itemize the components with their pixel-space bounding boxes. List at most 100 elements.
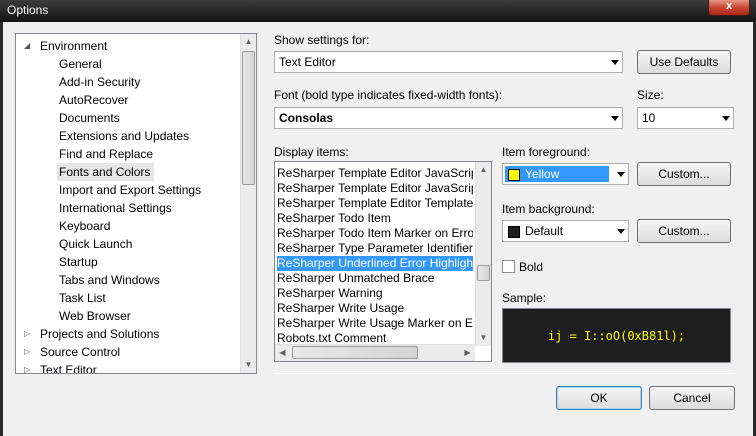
- tree-item-label: Extensions and Updates: [59, 129, 190, 143]
- tree-item[interactable]: Find and Replace: [57, 145, 157, 163]
- tree-item[interactable]: ▷ Text Editor: [24, 361, 101, 374]
- tree-item-label: Tabs and Windows: [59, 273, 160, 287]
- display-items-list[interactable]: ReSharper Template Editor JavaScript ReSh…: [274, 161, 492, 362]
- tree-item-label: Startup: [59, 255, 98, 269]
- sample-preview: ij = I::oO(0xB81l);: [502, 308, 731, 363]
- category-tree[interactable]: ◢ Environment General Add-in Security AutoRe…: [15, 33, 257, 374]
- custom-foreground-button[interactable]: Custom...: [637, 162, 731, 186]
- tree-item-label: Task List: [59, 291, 106, 305]
- tree-item-label: Fonts and Colors: [59, 165, 151, 179]
- scroll-left-arrow-icon[interactable]: ◀: [275, 345, 290, 361]
- use-defaults-button[interactable]: Use Defaults: [637, 50, 731, 74]
- display-item[interactable]: ReSharper Underlined Error Highlight: [277, 256, 473, 271]
- show-settings-for-label: Show settings for:: [274, 33, 370, 47]
- window-title: Options: [7, 3, 49, 17]
- size-combo[interactable]: 10: [637, 107, 734, 129]
- tree-item-label: International Settings: [59, 201, 172, 215]
- display-item[interactable]: ReSharper Type Parameter Identifier: [277, 241, 473, 256]
- close-button[interactable]: x: [708, 0, 750, 16]
- bold-label: Bold: [519, 260, 544, 274]
- tree-item[interactable]: International Settings: [57, 199, 176, 217]
- list-hscroll-thumb[interactable]: [292, 346, 418, 359]
- show-settings-for-combo[interactable]: Text Editor: [274, 51, 623, 73]
- tree-item-label: Import and Export Settings: [59, 183, 202, 197]
- font-value: Consolas: [279, 111, 334, 125]
- tree-item[interactable]: Add-in Security: [57, 73, 144, 91]
- tree-item[interactable]: Startup: [57, 253, 102, 271]
- tree-item[interactable]: Import and Export Settings: [57, 181, 205, 199]
- display-item[interactable]: ReSharper Todo Item Marker on Error: [277, 226, 473, 241]
- list-scroll-thumb[interactable]: [477, 265, 490, 281]
- item-background-label: Item background:: [502, 202, 595, 216]
- chevron-down-icon: [722, 116, 730, 121]
- tree-item[interactable]: Web Browser: [57, 307, 135, 325]
- tree-item-label: Documents: [59, 111, 120, 125]
- tree-item[interactable]: ◢ Environment: [24, 37, 111, 55]
- item-background-value: Default: [525, 224, 564, 238]
- tree-item[interactable]: AutoRecover: [57, 91, 132, 109]
- scroll-up-arrow-icon[interactable]: ▲: [476, 162, 491, 178]
- ok-button[interactable]: OK: [556, 386, 642, 410]
- tree-item-label: General: [59, 57, 102, 71]
- tree-scroll-thumb[interactable]: [242, 51, 255, 185]
- tree-item[interactable]: Tabs and Windows: [57, 271, 164, 289]
- list-vertical-scrollbar[interactable]: ▲ ▼: [475, 162, 491, 346]
- collapsed-triangle-icon[interactable]: ▷: [24, 343, 34, 361]
- dialog-body: ◢ Environment General Add-in Security AutoRe…: [3, 22, 753, 436]
- display-item[interactable]: ReSharper Write Usage: [277, 301, 473, 316]
- tree-item-label: Find and Replace: [59, 147, 154, 161]
- tree-item-label: Source Control: [40, 345, 121, 359]
- tree-item[interactable]: ▷ Projects and Solutions: [24, 325, 163, 343]
- tree-item-label: Text Editor: [40, 363, 97, 374]
- sample-text: ij = I::oO(0xB81l);: [547, 329, 686, 343]
- tree-item[interactable]: ▷ Source Control: [24, 343, 124, 361]
- custom-background-button[interactable]: Custom...: [637, 219, 731, 243]
- display-items-label: Display items:: [274, 145, 349, 159]
- tree-item-label: AutoRecover: [59, 93, 129, 107]
- scroll-up-arrow-icon[interactable]: ▲: [241, 34, 256, 50]
- collapsed-triangle-icon[interactable]: ▷: [24, 361, 34, 373]
- chevron-down-icon: [611, 60, 619, 65]
- display-item[interactable]: ReSharper Write Usage Marker on Error: [277, 316, 473, 331]
- tree-item[interactable]: Extensions and Updates: [57, 127, 193, 145]
- display-item[interactable]: ReSharper Template Editor JavaScript: [277, 181, 473, 196]
- size-value: 10: [642, 111, 656, 125]
- display-item[interactable]: ReSharper Template Editor Template: [277, 196, 473, 211]
- cancel-button[interactable]: Cancel: [649, 386, 735, 410]
- item-foreground-combo[interactable]: Yellow: [502, 163, 629, 185]
- tree-item-label: Quick Launch: [59, 237, 133, 251]
- separator: [274, 373, 735, 374]
- display-item[interactable]: ReSharper Unmatched Brace: [277, 271, 473, 286]
- tree-item-label: Keyboard: [59, 219, 111, 233]
- tree-item[interactable]: Quick Launch: [57, 235, 136, 253]
- tree-item-label: Projects and Solutions: [40, 327, 160, 341]
- tree-item-label: Add-in Security: [59, 75, 141, 89]
- display-item[interactable]: ReSharper Warning: [277, 286, 473, 301]
- list-horizontal-scrollbar[interactable]: ◀ ▶: [275, 344, 475, 361]
- collapsed-triangle-icon[interactable]: ▷: [24, 325, 34, 343]
- tree-item[interactable]: Keyboard: [57, 217, 114, 235]
- chevron-down-icon: [617, 229, 625, 234]
- tree-item[interactable]: Fonts and Colors: [57, 163, 155, 181]
- expanded-triangle-icon[interactable]: ◢: [24, 37, 34, 55]
- display-item[interactable]: ReSharper Todo Item: [277, 211, 473, 226]
- title-bar: Options x: [0, 0, 756, 22]
- tree-item[interactable]: Documents: [57, 109, 124, 127]
- foreground-color-swatch: [508, 169, 520, 181]
- scroll-down-arrow-icon[interactable]: ▼: [241, 357, 256, 373]
- tree-item[interactable]: General: [57, 55, 106, 73]
- background-color-swatch: [508, 226, 520, 238]
- tree-scrollbar[interactable]: ▲ ▼: [240, 34, 256, 373]
- chevron-down-icon: [611, 116, 619, 121]
- scroll-right-arrow-icon[interactable]: ▶: [460, 345, 475, 361]
- tree-item[interactable]: Task List: [57, 289, 110, 307]
- font-combo[interactable]: Consolas: [274, 107, 623, 129]
- chevron-down-icon: [617, 172, 625, 177]
- item-background-combo[interactable]: Default: [502, 220, 629, 242]
- bold-checkbox[interactable]: [502, 260, 515, 273]
- item-foreground-value: Yellow: [525, 167, 560, 181]
- size-label: Size:: [637, 88, 664, 102]
- item-foreground-label: Item foreground:: [502, 145, 591, 159]
- display-item[interactable]: ReSharper Template Editor JavaScript: [277, 166, 473, 181]
- scroll-down-arrow-icon[interactable]: ▼: [476, 330, 491, 346]
